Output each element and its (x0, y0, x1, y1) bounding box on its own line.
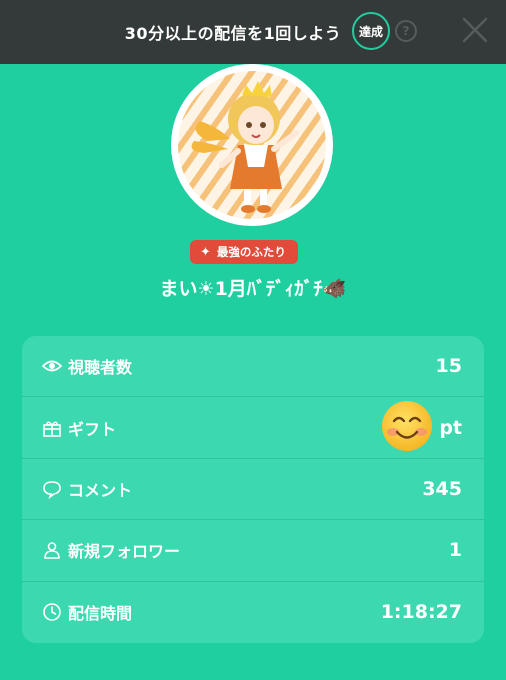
stat-value: 1:18:27 (380, 601, 462, 624)
stat-row-duration: 配信時間 1:18:27 (22, 582, 484, 643)
badge-label: 最強のふたり (216, 245, 286, 259)
clock-icon (43, 603, 61, 622)
achieved-badge: 達成 (352, 12, 390, 50)
stats-card: 視聴者数 15 ギフト pt コメント 345 新規フォロワー 1 配信時間 1… (22, 336, 484, 643)
mission-text: 30分以上の配信を1回しよう (124, 24, 342, 43)
person-icon (44, 542, 60, 560)
close-icon[interactable] (459, 14, 491, 46)
smiling-face-icon (382, 401, 432, 452)
sparkle-icon: ✦ (200, 244, 211, 260)
comment-icon (43, 481, 61, 499)
user-badge: ✦ 最強のふたり (190, 240, 298, 264)
stat-label: 新規フォロワー (68, 542, 181, 562)
stat-value: 345 (422, 477, 462, 500)
stat-value: pt (439, 416, 462, 439)
stat-label: ギフト (68, 419, 117, 439)
help-icon[interactable]: ? (395, 20, 417, 42)
stat-label: 配信時間 (68, 604, 133, 624)
stat-value: 1 (448, 539, 462, 562)
character-illustration (191, 81, 299, 213)
avatar[interactable] (171, 64, 333, 226)
gift-icon (43, 421, 61, 437)
eye-icon (42, 360, 62, 372)
avatar-image (178, 71, 326, 219)
username: まい☀1月ﾊﾞﾃﾞｨｶﾞﾁ🐗 (159, 278, 347, 300)
help-label: ? (402, 24, 410, 38)
stat-row-viewers: 視聴者数 15 (22, 336, 484, 398)
stat-row-comments: コメント 345 (22, 459, 484, 521)
stat-label: 視聴者数 (68, 358, 133, 378)
achieved-label: 達成 (358, 24, 383, 39)
stat-row-new-followers: 新規フォロワー 1 (22, 520, 484, 582)
stat-label: コメント (68, 480, 133, 500)
mission-bar: 30分以上の配信を1回しよう 達成 ? (0, 0, 506, 64)
stat-value: 15 (435, 355, 462, 378)
stat-row-gift: ギフト pt (22, 397, 484, 459)
